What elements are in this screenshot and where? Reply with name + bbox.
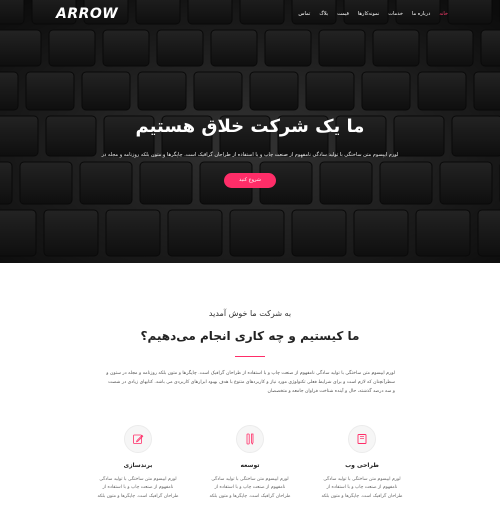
- nav-item-home[interactable]: خانه: [439, 11, 448, 17]
- service-description: لورم ایپسوم متن ساختگی با تولید سادگی نا…: [321, 476, 403, 499]
- about-title: ما کیستیم و چه کاری انجام می‌دهیم؟: [140, 329, 360, 343]
- service-description: لورم ایپسوم متن ساختگی با تولید سادگی نا…: [97, 476, 179, 499]
- nav-item-pricing[interactable]: قیمت: [337, 11, 349, 17]
- hero-content: ما یک شرکت خلاق هستیم لورم ایپسوم متن سا…: [0, 116, 500, 188]
- hero-section: ARROW خانه درباره ما خدمات نمونه‌کارها ق…: [0, 0, 500, 263]
- get-started-button[interactable]: شروع کنید: [224, 172, 276, 188]
- service-title: برندسازی: [123, 461, 153, 469]
- title-divider: [235, 356, 265, 357]
- main-menu: خانه درباره ما خدمات نمونه‌کارها قیمت بل…: [298, 11, 448, 17]
- nav-item-about[interactable]: درباره ما: [412, 11, 430, 17]
- hero-title: ما یک شرکت خلاق هستیم: [135, 116, 365, 137]
- about-section: به شرکت ما خوش آمدید ما کیستیم و چه کاری…: [0, 263, 500, 502]
- pencil-ruler-icon: [236, 424, 264, 453]
- services-row: طراحی وب لورم ایپسوم متن ساختگی با تولید…: [0, 424, 500, 502]
- service-card-web-design: طراحی وب لورم ایپسوم متن ساختگی با تولید…: [319, 424, 405, 502]
- top-navbar: ARROW خانه درباره ما خدمات نمونه‌کارها ق…: [0, 0, 500, 28]
- arrow-logo[interactable]: ARROW: [56, 6, 118, 22]
- edit-icon: [124, 424, 152, 453]
- nav-item-contact[interactable]: تماس: [298, 11, 310, 17]
- hero-subtitle: لورم ایپسوم متن ساختگی با تولید سادگی نا…: [101, 152, 399, 158]
- service-card-development: توسعه لورم ایپسوم متن ساختگی با تولید سا…: [207, 424, 293, 502]
- welcome-subtitle: به شرکت ما خوش آمدید: [208, 309, 292, 318]
- service-description: لورم ایپسوم متن ساختگی با تولید سادگی نا…: [209, 476, 291, 499]
- service-title: طراحی وب: [345, 461, 379, 469]
- nav-item-blog[interactable]: بلاگ: [319, 11, 328, 17]
- book-icon: [348, 424, 376, 453]
- nav-item-portfolio[interactable]: نمونه‌کارها: [358, 11, 379, 17]
- about-paragraph: لورم ایپسوم متن ساختگی با تولید سادگی نا…: [106, 371, 395, 394]
- nav-item-services[interactable]: خدمات: [388, 11, 403, 17]
- service-card-branding: برندسازی لورم ایپسوم متن ساختگی با تولید…: [95, 424, 181, 502]
- service-title: توسعه: [240, 461, 260, 469]
